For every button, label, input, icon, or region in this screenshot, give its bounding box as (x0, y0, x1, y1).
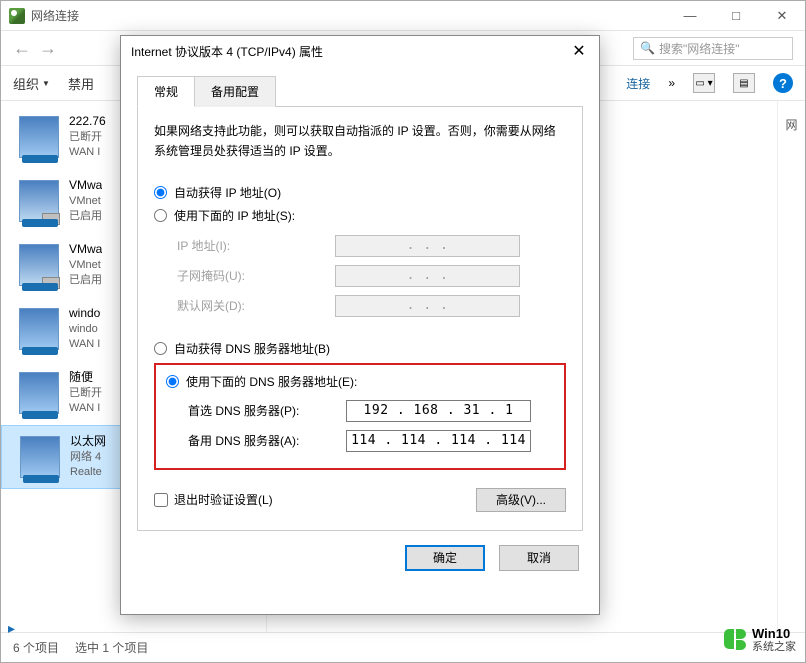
alternate-dns-label: 备用 DNS 服务器(A): (166, 432, 346, 449)
subnet-mask-input: . . . (335, 265, 520, 287)
chevron-down-icon: ▼ (42, 79, 50, 88)
manual-dns-group: 使用下面的 DNS 服务器地址(E): 首选 DNS 服务器(P): 192 .… (154, 363, 566, 470)
back-button[interactable]: ← (13, 38, 31, 59)
auto-ip-radio[interactable]: 自动获得 IP 地址(O) (154, 184, 566, 201)
advanced-button[interactable]: 高级(V)... (476, 488, 566, 512)
manual-ip-radio[interactable]: 使用下面的 IP 地址(S): (154, 207, 566, 224)
tab-alternate[interactable]: 备用配置 (194, 76, 276, 107)
dialog-titlebar: Internet 协议版本 4 (TCP/IPv4) 属性 ✕ (121, 36, 599, 66)
status-bar: 6 个项目 选中 1 个项目 (1, 632, 805, 662)
close-button[interactable]: ✕ (759, 1, 805, 31)
dialog-title: Internet 协议版本 4 (TCP/IPv4) 属性 (131, 43, 323, 60)
chevron-right-icon[interactable]: » (668, 76, 675, 90)
adapter-icon (19, 244, 59, 286)
right-panel: 网 (777, 101, 805, 632)
selected-count: 选中 1 个项目 (75, 639, 148, 656)
item-count: 6 个项目 (13, 639, 59, 656)
ok-button[interactable]: 确定 (405, 545, 485, 571)
adapter-icon (20, 436, 60, 478)
adapter-icon (19, 308, 59, 350)
preferred-dns-input[interactable]: 192 . 168 . 31 . 1 (346, 400, 531, 422)
intro-text: 如果网络支持此功能，则可以获取自动指派的 IP 设置。否则，你需要从网络系统管理… (154, 121, 566, 162)
adapter-icon (19, 116, 59, 158)
help-icon[interactable]: ? (773, 73, 793, 93)
ipv4-properties-dialog: Internet 协议版本 4 (TCP/IPv4) 属性 ✕ 常规 备用配置 … (120, 35, 600, 615)
gateway-label: 默认网关(D): (155, 297, 335, 314)
watermark: Win10 系统之家 (723, 627, 796, 653)
forward-button[interactable]: → (39, 38, 57, 59)
window-title: 网络连接 (31, 7, 79, 24)
preferred-dns-label: 首选 DNS 服务器(P): (166, 402, 346, 419)
maximize-button[interactable]: □ (713, 1, 759, 31)
auto-dns-radio[interactable]: 自动获得 DNS 服务器地址(B) (154, 340, 566, 357)
subnet-mask-label: 子网掩码(U): (155, 267, 335, 284)
search-placeholder: 搜索"网络连接" (659, 40, 740, 57)
watermark-icon (723, 628, 747, 651)
gateway-input: . . . (335, 295, 520, 317)
disable-button[interactable]: 禁用 (68, 74, 94, 93)
alternate-dns-input[interactable]: 114 . 114 . 114 . 114 (346, 430, 531, 452)
tab-general[interactable]: 常规 (137, 76, 195, 107)
dialog-close-button[interactable]: ✕ (569, 41, 589, 61)
adapter-icon (19, 372, 59, 414)
organize-menu[interactable]: 组织 ▼ (13, 74, 50, 93)
segment-label: 连接 (626, 75, 650, 92)
search-icon: 🔍 (640, 41, 655, 55)
ip-address-label: IP 地址(I): (155, 237, 335, 254)
minimize-button[interactable]: — (667, 1, 713, 31)
view-panel-button[interactable]: ▤ (733, 73, 755, 93)
search-input[interactable]: 🔍 搜索"网络连接" (633, 37, 793, 60)
cancel-button[interactable]: 取消 (499, 545, 579, 571)
adapter-icon (19, 180, 59, 222)
validate-checkbox[interactable]: 退出时验证设置(L) (154, 491, 273, 508)
expand-arrow-icon[interactable]: ▸ (8, 620, 15, 637)
view-large-button[interactable]: ▭ ▾ (693, 73, 715, 93)
network-icon (9, 8, 25, 24)
manual-dns-radio[interactable]: 使用下面的 DNS 服务器地址(E): (166, 373, 554, 390)
ip-address-input: . . . (335, 235, 520, 257)
window-titlebar: 网络连接 — □ ✕ (1, 1, 805, 31)
